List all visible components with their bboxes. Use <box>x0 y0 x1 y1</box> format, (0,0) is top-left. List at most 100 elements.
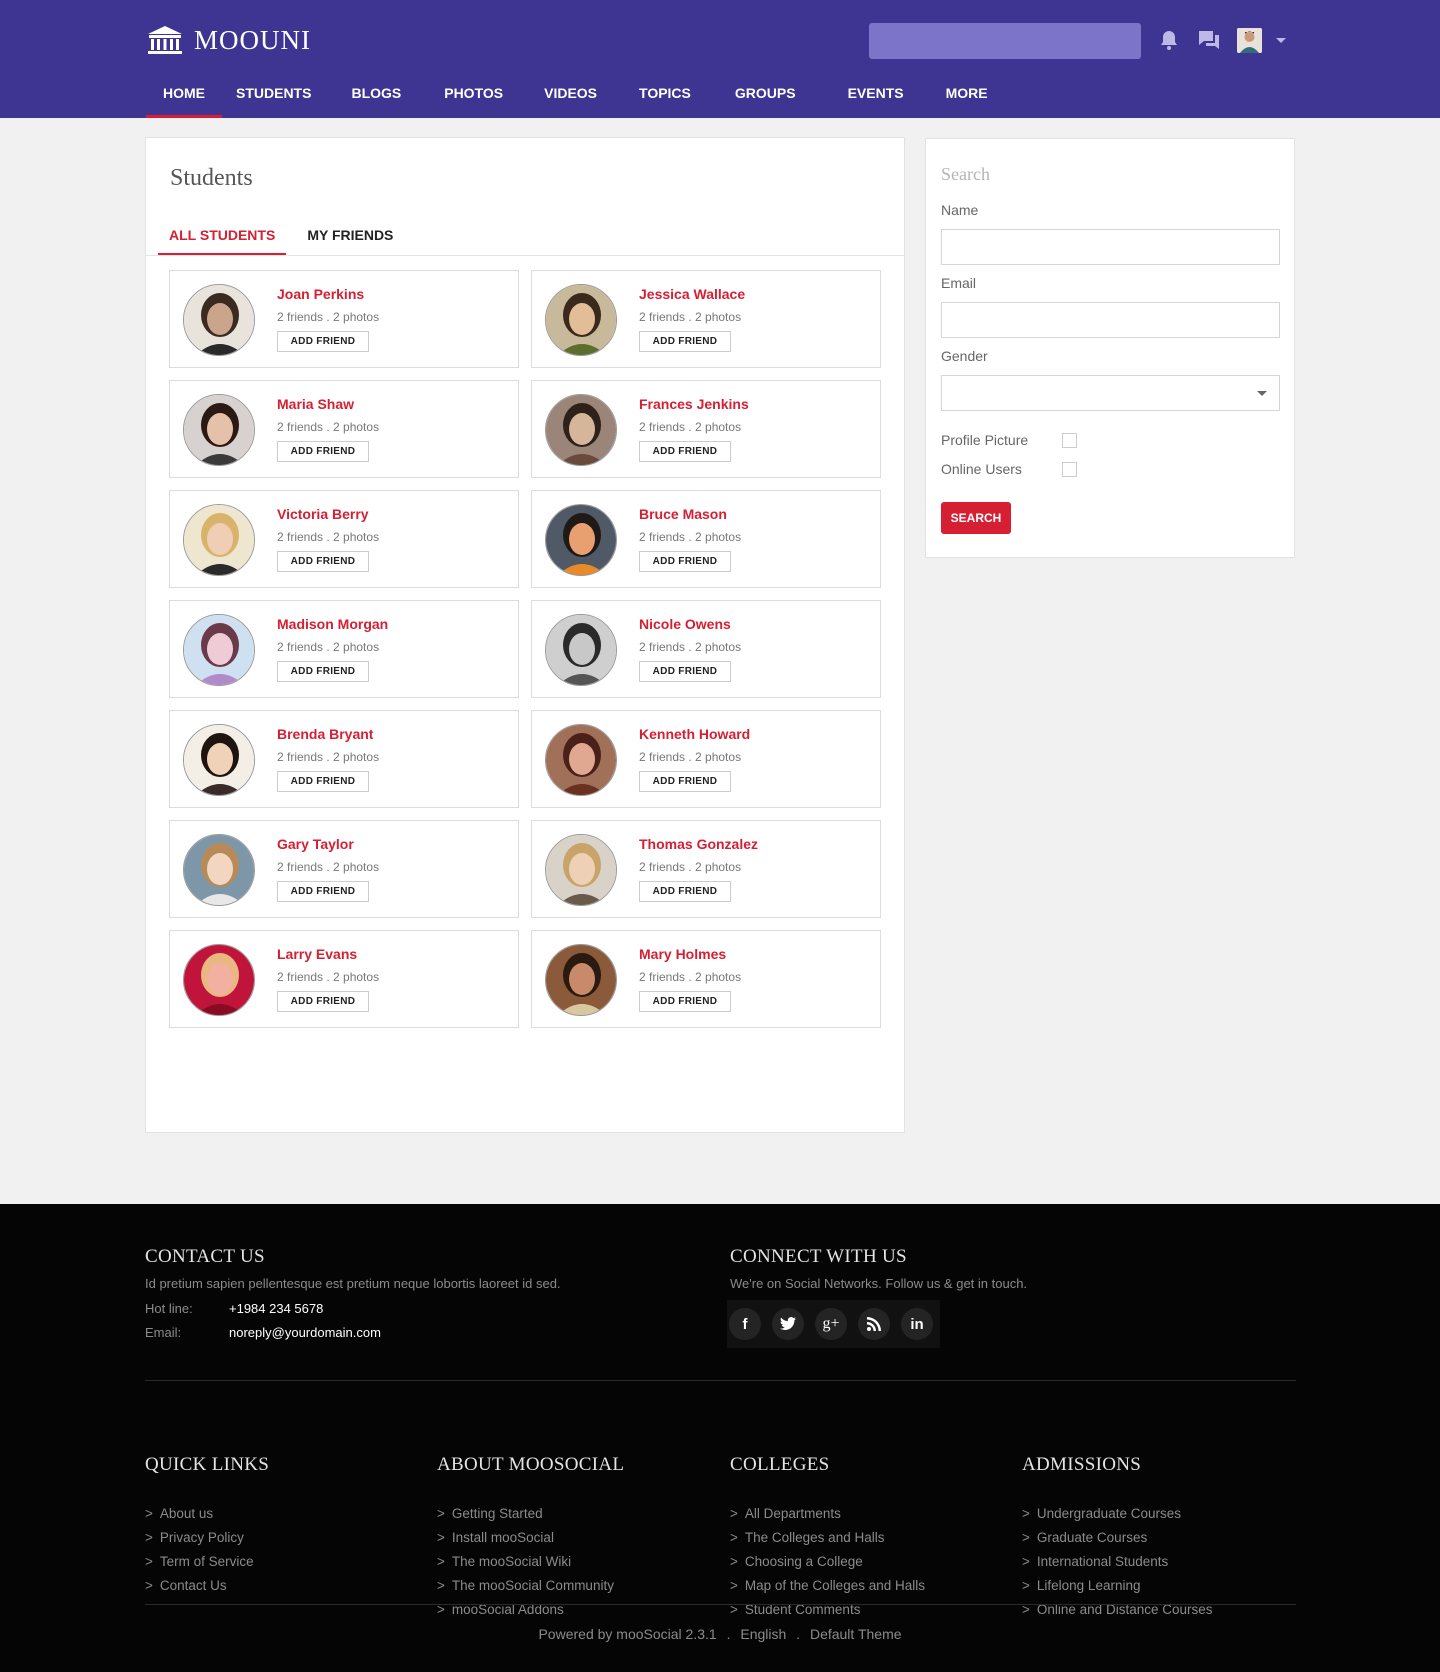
add-friend-button[interactable]: ADD FRIEND <box>277 661 369 682</box>
chat-icon[interactable] <box>1197 28 1221 52</box>
footer-col-quick-links: QUICK LINKS > About us > Privacy Policy > Ter… <box>145 1454 269 1598</box>
student-avatar[interactable] <box>545 614 617 686</box>
student-name[interactable]: Larry Evans <box>277 946 357 962</box>
add-friend-button[interactable]: ADD FRIEND <box>639 331 731 352</box>
add-friend-button[interactable]: ADD FRIEND <box>639 771 731 792</box>
add-friend-button[interactable]: ADD FRIEND <box>277 991 369 1012</box>
footer-link[interactable]: > Student Comments <box>730 1598 925 1622</box>
language-link[interactable]: English <box>740 1626 786 1642</box>
add-friend-button[interactable]: ADD FRIEND <box>639 881 731 902</box>
user-avatar[interactable] <box>1237 28 1262 53</box>
brand-logo[interactable]: MOOUNI <box>146 24 311 56</box>
footer-link[interactable]: > Undergraduate Courses <box>1022 1502 1212 1526</box>
student-avatar[interactable] <box>545 504 617 576</box>
add-friend-button[interactable]: ADD FRIEND <box>639 441 731 462</box>
student-name[interactable]: Brenda Bryant <box>277 726 373 742</box>
student-avatar[interactable] <box>183 394 255 466</box>
student-avatar[interactable] <box>545 394 617 466</box>
add-friend-button[interactable]: ADD FRIEND <box>277 551 369 572</box>
footer-link[interactable]: > Getting Started <box>437 1502 624 1526</box>
name-input[interactable] <box>941 229 1280 265</box>
nav-photos[interactable]: PHOTOS <box>444 72 503 118</box>
search-button[interactable]: SEARCH <box>941 502 1011 534</box>
footer-link[interactable]: > Choosing a College <box>730 1550 925 1574</box>
footer-link[interactable]: > Privacy Policy <box>145 1526 269 1550</box>
gender-select[interactable] <box>941 375 1280 411</box>
twitter-icon[interactable] <box>772 1308 804 1340</box>
student-name[interactable]: Maria Shaw <box>277 396 354 412</box>
rss-icon[interactable] <box>858 1308 890 1340</box>
contact-text: Id pretium sapien pellentesque est preti… <box>145 1276 561 1291</box>
student-name[interactable]: Victoria Berry <box>277 506 369 522</box>
footer-link-label: Install mooSocial <box>451 1530 554 1545</box>
student-avatar[interactable] <box>545 834 617 906</box>
add-friend-button[interactable]: ADD FRIEND <box>277 441 369 462</box>
footer-link[interactable]: > Install mooSocial <box>437 1526 624 1550</box>
student-name[interactable]: Gary Taylor <box>277 836 354 852</box>
tab-all-students[interactable]: ALL STUDENTS <box>158 212 287 256</box>
student-avatar[interactable] <box>183 504 255 576</box>
student-name[interactable]: Jessica Wallace <box>639 286 745 302</box>
student-avatar[interactable] <box>183 944 255 1016</box>
online-users-checkbox[interactable] <box>1062 462 1077 477</box>
student-name[interactable]: Frances Jenkins <box>639 396 749 412</box>
add-friend-button[interactable]: ADD FRIEND <box>277 881 369 902</box>
footer-link[interactable]: > Lifelong Learning <box>1022 1574 1212 1598</box>
footer-link[interactable]: > All Departments <box>730 1502 925 1526</box>
add-friend-button[interactable]: ADD FRIEND <box>277 771 369 792</box>
add-friend-button[interactable]: ADD FRIEND <box>639 551 731 572</box>
nav-students[interactable]: STUDENTS <box>236 72 311 118</box>
add-friend-button[interactable]: ADD FRIEND <box>277 331 369 352</box>
nav-home[interactable]: HOME <box>146 72 222 118</box>
email-input[interactable] <box>941 302 1280 338</box>
footer-link[interactable]: > Online and Distance Courses <box>1022 1598 1212 1622</box>
facebook-icon[interactable]: f <box>729 1308 761 1340</box>
student-name[interactable]: Bruce Mason <box>639 506 727 522</box>
nav-events[interactable]: EVENTS <box>848 72 904 118</box>
footer-link[interactable]: > International Students <box>1022 1550 1212 1574</box>
footer-link[interactable]: > Contact Us <box>145 1574 269 1598</box>
add-friend-button[interactable]: ADD FRIEND <box>639 661 731 682</box>
bell-icon[interactable] <box>1157 28 1181 52</box>
nav-more[interactable]: MORE <box>946 72 988 118</box>
student-avatar[interactable] <box>545 724 617 796</box>
student-avatar[interactable] <box>183 614 255 686</box>
theme-link[interactable]: Default Theme <box>810 1626 902 1642</box>
tab-my-friends[interactable]: MY FRIENDS <box>296 212 404 256</box>
footer-link[interactable]: > Graduate Courses <box>1022 1526 1212 1550</box>
profile-picture-label: Profile Picture <box>941 432 1029 448</box>
student-name[interactable]: Madison Morgan <box>277 616 388 632</box>
hotline-value: +1984 234 5678 <box>229 1301 324 1316</box>
student-name[interactable]: Nicole Owens <box>639 616 731 632</box>
nav-topics[interactable]: TOPICS <box>639 72 691 118</box>
nav-blogs[interactable]: BLOGS <box>351 72 401 118</box>
footer-link[interactable]: > The mooSocial Community <box>437 1574 624 1598</box>
footer-link[interactable]: > The Colleges and Halls <box>730 1526 925 1550</box>
student-name[interactable]: Mary Holmes <box>639 946 726 962</box>
footer-link[interactable]: > About us <box>145 1502 269 1526</box>
nav-videos[interactable]: VIDEOS <box>544 72 597 118</box>
student-name[interactable]: Thomas Gonzalez <box>639 836 758 852</box>
chevron-down-icon[interactable] <box>1276 38 1286 43</box>
global-search-input[interactable] <box>869 23 1141 59</box>
student-avatar[interactable] <box>545 284 617 356</box>
nav-groups[interactable]: GROUPS <box>735 72 796 118</box>
email-value[interactable]: noreply@yourdomain.com <box>229 1325 381 1340</box>
footer-link-label: Getting Started <box>451 1506 543 1521</box>
student-name[interactable]: Kenneth Howard <box>639 726 750 742</box>
student-avatar[interactable] <box>183 834 255 906</box>
google-plus-icon[interactable]: g+ <box>815 1308 847 1340</box>
student-avatar[interactable] <box>183 724 255 796</box>
profile-picture-checkbox[interactable] <box>1062 433 1077 448</box>
student-avatar[interactable] <box>183 284 255 356</box>
separator: . <box>726 1626 731 1642</box>
footer-link[interactable]: > The mooSocial Wiki <box>437 1550 624 1574</box>
student-avatar[interactable] <box>545 944 617 1016</box>
footer-link[interactable]: > Term of Service <box>145 1550 269 1574</box>
footer-link[interactable]: > mooSocial Addons <box>437 1598 624 1622</box>
linkedin-icon[interactable]: in <box>901 1308 933 1340</box>
footer-link[interactable]: > Map of the Colleges and Halls <box>730 1574 925 1598</box>
add-friend-button[interactable]: ADD FRIEND <box>639 991 731 1012</box>
student-name[interactable]: Joan Perkins <box>277 286 364 302</box>
footer-divider <box>145 1604 1296 1605</box>
